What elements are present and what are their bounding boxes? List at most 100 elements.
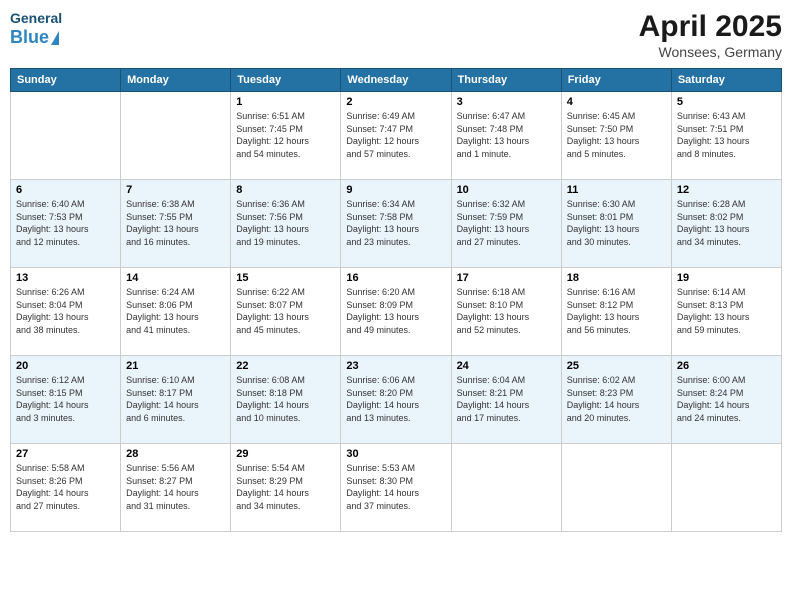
table-row: 19 Sunrise: 6:14 AM Sunset: 8:13 PM Dayli… [671,268,781,356]
day-detail: Sunrise: 6:49 AM Sunset: 7:47 PM Dayligh… [346,110,445,160]
day-detail: Sunrise: 5:53 AM Sunset: 8:30 PM Dayligh… [346,462,445,512]
calendar-week-row: 20 Sunrise: 6:12 AM Sunset: 8:15 PM Dayli… [11,356,782,444]
day-number: 10 [457,184,556,196]
day-number: 5 [677,96,776,108]
table-row: 14Sunrise: 6:24 AM Sunset: 8:06 PM Dayli… [121,268,231,356]
day-number: 9 [346,184,445,196]
header-sunday: Sunday [11,69,121,92]
day-detail: Sunrise: 6:26 AM Sunset: 8:04 PM Dayligh… [16,286,115,336]
day-detail: Sunrise: 5:56 AM Sunset: 8:27 PM Dayligh… [126,462,225,512]
day-number: 1 [236,96,335,108]
table-row: 26Sunrise: 6:00 AM Sunset: 8:24 PM Dayli… [671,356,781,444]
table-row: 6 Sunrise: 6:40 AM Sunset: 7:53 PM Daylig… [11,180,121,268]
title-area: April 2025 Wonsees, Germany [639,10,782,60]
day-number: 15 [236,272,335,284]
table-row: 28 Sunrise: 5:56 AM Sunset: 8:27 PM Dayli… [121,444,231,532]
day-detail: Sunrise: 6:28 AM Sunset: 8:02 PM Dayligh… [677,198,776,248]
day-detail: Sunrise: 6:51 AM Sunset: 7:45 PM Dayligh… [236,110,335,160]
table-row: 3 Sunrise: 6:47 AM Sunset: 7:48 PM Daylig… [451,92,561,180]
calendar-week-row: 1 Sunrise: 6:51 AM Sunset: 7:45 PM Daylig… [11,92,782,180]
day-detail: Sunrise: 5:54 AM Sunset: 8:29 PM Dayligh… [236,462,335,512]
table-row: 21 Sunrise: 6:10 AM Sunset: 8:17 PM Dayli… [121,356,231,444]
day-detail: Sunrise: 6:43 AM Sunset: 7:51 PM Dayligh… [677,110,776,160]
day-detail: Sunrise: 6:32 AM Sunset: 7:59 PM Dayligh… [457,198,556,248]
calendar-header-row: Sunday Monday Tuesday Wednesday Thursday… [11,69,782,92]
header-wednesday: Wednesday [341,69,451,92]
day-detail: Sunrise: 6:18 AM Sunset: 8:10 PM Dayligh… [457,286,556,336]
table-row [11,92,121,180]
day-number: 6 [16,184,115,196]
day-detail: Sunrise: 6:14 AM Sunset: 8:13 PM Dayligh… [677,286,776,336]
table-row: 17 Sunrise: 6:18 AM Sunset: 8:10 PM Dayli… [451,268,561,356]
table-row: 13 Sunrise: 6:26 AM Sunset: 8:04 PM Dayli… [11,268,121,356]
day-number: 26 [677,360,776,372]
day-detail: Sunrise: 6:02 AM Sunset: 8:23 PM Dayligh… [567,374,666,424]
day-number: 21 [126,360,225,372]
calendar-week-row: 27Sunrise: 5:58 AM Sunset: 8:26 PM Dayli… [11,444,782,532]
day-number: 7 [126,184,225,196]
day-detail: Sunrise: 6:30 AM Sunset: 8:01 PM Dayligh… [567,198,666,248]
day-number: 22 [236,360,335,372]
table-row: 27Sunrise: 5:58 AM Sunset: 8:26 PM Dayli… [11,444,121,532]
logo-blue-text: Blue [10,27,49,49]
header-tuesday: Tuesday [231,69,341,92]
day-number: 12 [677,184,776,196]
table-row: 29Sunrise: 5:54 AM Sunset: 8:29 PM Dayli… [231,444,341,532]
day-detail: Sunrise: 6:06 AM Sunset: 8:20 PM Dayligh… [346,374,445,424]
location-subtitle: Wonsees, Germany [639,44,782,60]
logo-triangle-icon [51,31,59,45]
header-monday: Monday [121,69,231,92]
header-saturday: Saturday [671,69,781,92]
table-row: 11 Sunrise: 6:30 AM Sunset: 8:01 PM Dayli… [561,180,671,268]
table-row: 2 Sunrise: 6:49 AM Sunset: 7:47 PM Daylig… [341,92,451,180]
table-row: 22Sunrise: 6:08 AM Sunset: 8:18 PM Dayli… [231,356,341,444]
day-number: 30 [346,448,445,460]
table-row: 25 Sunrise: 6:02 AM Sunset: 8:23 PM Dayli… [561,356,671,444]
month-title: April 2025 [639,10,782,44]
day-number: 4 [567,96,666,108]
table-row [121,92,231,180]
page: General Blue April 2025 Wonsees, Germany… [0,0,792,612]
table-row: 1 Sunrise: 6:51 AM Sunset: 7:45 PM Daylig… [231,92,341,180]
day-detail: Sunrise: 6:04 AM Sunset: 8:21 PM Dayligh… [457,374,556,424]
day-number: 24 [457,360,556,372]
day-number: 16 [346,272,445,284]
day-detail: Sunrise: 6:12 AM Sunset: 8:15 PM Dayligh… [16,374,115,424]
table-row [451,444,561,532]
day-detail: Sunrise: 6:47 AM Sunset: 7:48 PM Dayligh… [457,110,556,160]
day-number: 19 [677,272,776,284]
table-row: 4Sunrise: 6:45 AM Sunset: 7:50 PM Daylig… [561,92,671,180]
day-detail: Sunrise: 6:24 AM Sunset: 8:06 PM Dayligh… [126,286,225,336]
day-number: 11 [567,184,666,196]
table-row: 8Sunrise: 6:36 AM Sunset: 7:56 PM Daylig… [231,180,341,268]
table-row: 7Sunrise: 6:38 AM Sunset: 7:55 PM Daylig… [121,180,231,268]
calendar-table: Sunday Monday Tuesday Wednesday Thursday… [10,68,782,532]
logo: General Blue [10,10,62,48]
day-detail: Sunrise: 6:22 AM Sunset: 8:07 PM Dayligh… [236,286,335,336]
table-row: 18Sunrise: 6:16 AM Sunset: 8:12 PM Dayli… [561,268,671,356]
calendar-week-row: 13 Sunrise: 6:26 AM Sunset: 8:04 PM Dayli… [11,268,782,356]
day-number: 28 [126,448,225,460]
table-row: 20 Sunrise: 6:12 AM Sunset: 8:15 PM Dayli… [11,356,121,444]
day-detail: Sunrise: 6:34 AM Sunset: 7:58 PM Dayligh… [346,198,445,248]
day-detail: Sunrise: 6:40 AM Sunset: 7:53 PM Dayligh… [16,198,115,248]
day-number: 23 [346,360,445,372]
day-number: 25 [567,360,666,372]
day-number: 3 [457,96,556,108]
day-number: 17 [457,272,556,284]
day-number: 13 [16,272,115,284]
table-row [671,444,781,532]
table-row: 5 Sunrise: 6:43 AM Sunset: 7:51 PM Daylig… [671,92,781,180]
day-detail: Sunrise: 6:10 AM Sunset: 8:17 PM Dayligh… [126,374,225,424]
table-row: 10 Sunrise: 6:32 AM Sunset: 7:59 PM Dayli… [451,180,561,268]
day-number: 20 [16,360,115,372]
table-row: 15 Sunrise: 6:22 AM Sunset: 8:07 PM Dayli… [231,268,341,356]
table-row: 9 Sunrise: 6:34 AM Sunset: 7:58 PM Daylig… [341,180,451,268]
table-row [561,444,671,532]
calendar-week-row: 6 Sunrise: 6:40 AM Sunset: 7:53 PM Daylig… [11,180,782,268]
table-row: 12 Sunrise: 6:28 AM Sunset: 8:02 PM Dayli… [671,180,781,268]
day-detail: Sunrise: 6:36 AM Sunset: 7:56 PM Dayligh… [236,198,335,248]
day-number: 2 [346,96,445,108]
day-detail: Sunrise: 6:20 AM Sunset: 8:09 PM Dayligh… [346,286,445,336]
table-row: 23 Sunrise: 6:06 AM Sunset: 8:20 PM Dayli… [341,356,451,444]
